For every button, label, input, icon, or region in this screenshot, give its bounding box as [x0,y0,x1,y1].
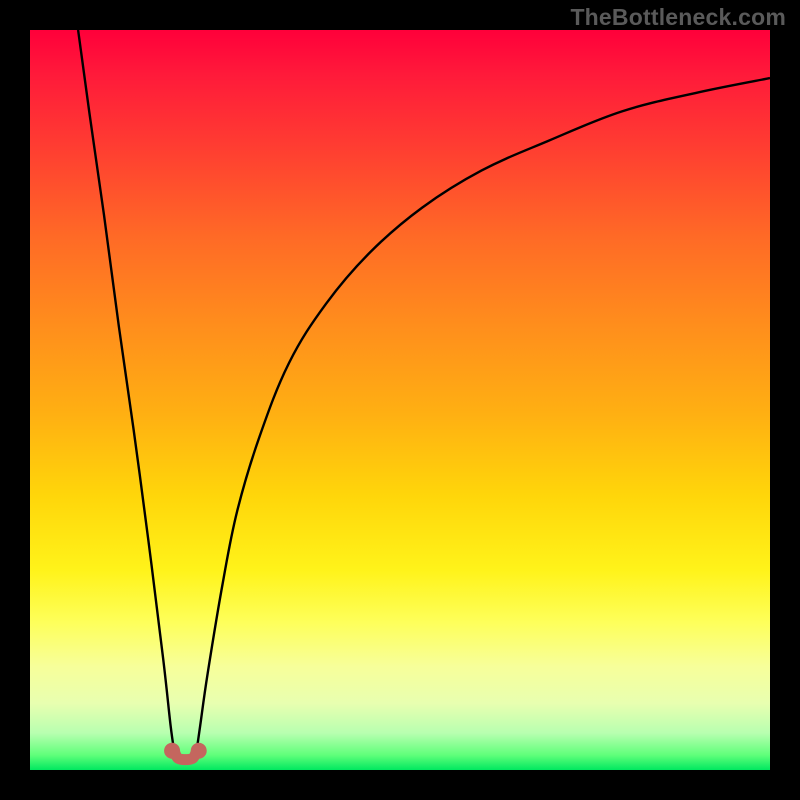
valley-dot-left [164,743,180,759]
watermark-text: TheBottleneck.com [570,4,786,31]
chart-frame: TheBottleneck.com [0,0,800,800]
valley-dot-right [191,743,207,759]
curve-layer [30,30,770,770]
bottleneck-curve-left [78,30,174,752]
bottleneck-curve-right [197,78,771,751]
